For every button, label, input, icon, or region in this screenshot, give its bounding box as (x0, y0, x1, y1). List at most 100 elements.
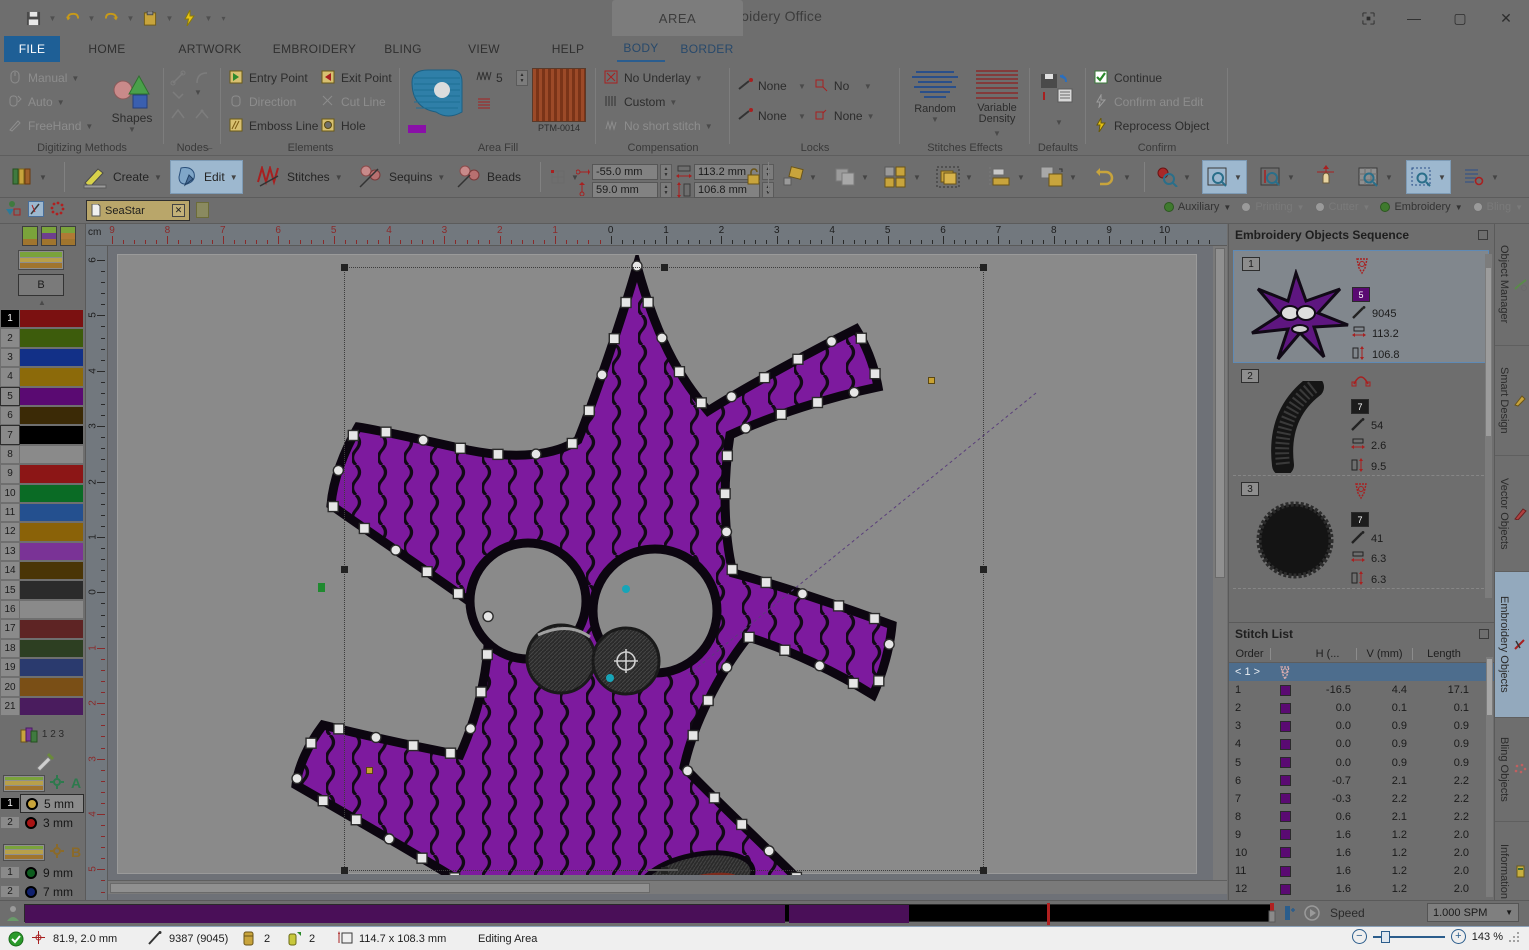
embroidery-object-row[interactable]: 2 7 54 2.6 9.5 (1233, 363, 1489, 476)
arrange-button[interactable]: ▼ (880, 160, 925, 194)
stitch-color-swatch[interactable] (1271, 775, 1299, 787)
x-position-stepper[interactable]: ▲ ▼ (660, 164, 672, 180)
short-stitch-button[interactable]: No short stitch ▼ (604, 118, 713, 134)
vertical-ruler[interactable]: 6 5 4 3 2 1 0 1 2 3 4 5 (86, 246, 108, 902)
node-symmetrical-icon[interactable] (194, 106, 210, 122)
thread-color-index[interactable]: 9 (0, 464, 20, 484)
defaults-button[interactable] (1040, 72, 1076, 107)
stitch-color-swatch[interactable] (1271, 865, 1299, 877)
chevron-down-icon[interactable]: ▼ (104, 125, 160, 134)
ok-status-icon[interactable] (8, 931, 24, 950)
chevron-down-icon[interactable]: ▼ (1455, 203, 1463, 212)
machine-icon[interactable] (4, 905, 22, 923)
stitch-color-swatch[interactable] (1271, 811, 1299, 823)
chevron-down-icon[interactable]: ▼ (1183, 173, 1191, 182)
y-position-stepper[interactable]: ▲ ▼ (660, 182, 672, 198)
zoom-slider-thumb[interactable] (1380, 930, 1390, 943)
ribbon-tab-bling[interactable]: BLING (374, 36, 432, 62)
selection-handle-se[interactable] (980, 867, 987, 874)
chevron-down-icon[interactable]: ▼ (1055, 118, 1063, 127)
stitch-list-rows[interactable]: < 1 > 1 -16.5 4.4 17.1 2 0.0 0.1 0.1 3 0.0… (1229, 663, 1495, 898)
direction-button[interactable]: Direction (229, 94, 296, 110)
stitch-list-row[interactable]: 12 1.6 1.2 2.0 (1229, 880, 1495, 898)
chevron-down-icon[interactable]: ▼ (1223, 203, 1231, 212)
chevron-down-icon[interactable]: ▼ (437, 173, 445, 182)
context-tab-area[interactable]: AREA (612, 0, 743, 36)
manual-digitize-button[interactable]: Manual ▼ (8, 70, 79, 86)
progress-cursor[interactable] (1047, 903, 1050, 925)
area-object-icon[interactable] (1351, 482, 1371, 500)
stitch-color-swatch[interactable] (1271, 847, 1299, 859)
ribbon-tab-file[interactable]: FILE (4, 36, 60, 62)
outline-node-handle[interactable] (332, 464, 345, 477)
needle-a2-row[interactable]: 2 3 mm (0, 813, 84, 832)
thread-color-index[interactable]: 1 (0, 309, 20, 329)
zoom-area-button[interactable]: ▼ (1406, 160, 1451, 194)
palette-mini-swatch-2[interactable] (41, 226, 57, 246)
close-icon[interactable]: ✕ (1483, 0, 1529, 36)
lock-end-row[interactable]: None ▼ None ▼ (738, 108, 875, 124)
chevron-down-icon[interactable]: ▼ (154, 173, 162, 182)
stitch-color-swatch[interactable] (1271, 738, 1299, 750)
thread-color-row[interactable]: 12 (0, 522, 84, 542)
thread-color-swatch[interactable] (20, 367, 84, 387)
outline-node-handle[interactable] (790, 871, 803, 875)
fill-color-swatch[interactable] (408, 125, 426, 133)
reprocess-object-button[interactable]: Reprocess Object (1094, 116, 1209, 134)
underlay-button[interactable]: No Underlay ▼ (604, 70, 703, 86)
stitch-color-swatch[interactable] (1271, 684, 1299, 696)
chevron-down-icon[interactable]: ▼ (1297, 203, 1305, 212)
zoom-slider[interactable] (1372, 930, 1445, 943)
stitch-list-row[interactable]: 9 1.6 1.2 2.0 (1229, 826, 1495, 844)
thread-color-swatch[interactable] (20, 541, 84, 562)
thread-color-index[interactable]: 17 (0, 619, 20, 639)
outline-node-handle[interactable] (333, 723, 345, 735)
selection-handle-nw[interactable] (341, 264, 348, 271)
thread-color-row[interactable]: 13 (0, 541, 84, 562)
mirror-button[interactable]: ▼ (830, 160, 873, 194)
thread-color-swatch[interactable] (20, 561, 84, 581)
edit-button[interactable]: Edit ▼ (170, 160, 243, 194)
chevron-down-icon[interactable]: ▼ (798, 82, 806, 91)
thread-color-swatch[interactable] (20, 638, 84, 659)
col-order[interactable]: Order (1229, 647, 1271, 660)
ribbon-tab-border[interactable]: BORDER (673, 36, 741, 62)
needle-b2-row[interactable]: 2 7 mm (0, 882, 84, 901)
zoom-out-button[interactable]: − (1351, 929, 1367, 944)
thread-color-swatch[interactable] (20, 309, 84, 329)
stitch-list-row[interactable]: 3 0.0 0.9 0.9 (1229, 717, 1495, 735)
y-position-input[interactable] (592, 182, 658, 198)
density-control[interactable]: 5 (476, 70, 503, 86)
thread-color-row[interactable]: 14 (0, 561, 84, 581)
chevron-down-icon[interactable]: ▼ (85, 122, 93, 131)
canvas-horizontal-scrollbar[interactable] (108, 869, 1227, 894)
stitch-color-swatch[interactable] (1271, 829, 1299, 841)
object-color-chip[interactable]: 7 (1351, 399, 1369, 414)
object-color-chip[interactable]: 5 (1352, 287, 1370, 302)
embroidery-object-row[interactable]: 3 7 41 6.3 6.3 (1233, 476, 1489, 589)
chevron-down-icon[interactable]: ▼ (1491, 173, 1499, 182)
ribbon-tab-home[interactable]: HOME (72, 36, 142, 62)
chevron-down-icon[interactable]: ▼ (1234, 173, 1242, 182)
stitch-cursor-icon[interactable] (1266, 903, 1278, 926)
zoom-page-button[interactable]: ▼ (1354, 160, 1397, 194)
chevron-up-icon[interactable]: ▲ (38, 298, 46, 307)
distribute-button[interactable]: ▼ (1036, 160, 1081, 194)
stitch-group-row[interactable]: < 1 > (1229, 663, 1495, 682)
thread-color-row[interactable]: 4 (0, 367, 84, 387)
fill-pattern-preview[interactable]: PTM-0014 (532, 68, 586, 133)
cut-line-button[interactable]: Cut Line (321, 94, 386, 110)
thread-color-swatch[interactable] (20, 386, 84, 406)
thread-color-row[interactable]: 20 (0, 677, 84, 697)
step-icon[interactable] (1284, 905, 1298, 924)
col-h[interactable]: H (... (1299, 647, 1357, 660)
freehand-button[interactable]: FreeHand ▼ (8, 118, 93, 134)
continue-button[interactable]: Continue (1094, 70, 1162, 86)
stitch-list-row[interactable]: 10 1.6 1.2 2.0 (1229, 844, 1495, 862)
thread-color-swatch[interactable] (20, 405, 84, 426)
thread-color-row[interactable]: 16 (0, 599, 84, 620)
chevron-down-icon[interactable]: ▼ (867, 112, 875, 121)
embroidery-objects-list[interactable]: 1 5 9045 113.2 106.8 2 7 54 2.6 9.5 3 7 … (1233, 250, 1489, 602)
outline-node-handle[interactable] (305, 737, 317, 749)
stitch-color-swatch[interactable] (1271, 702, 1299, 714)
